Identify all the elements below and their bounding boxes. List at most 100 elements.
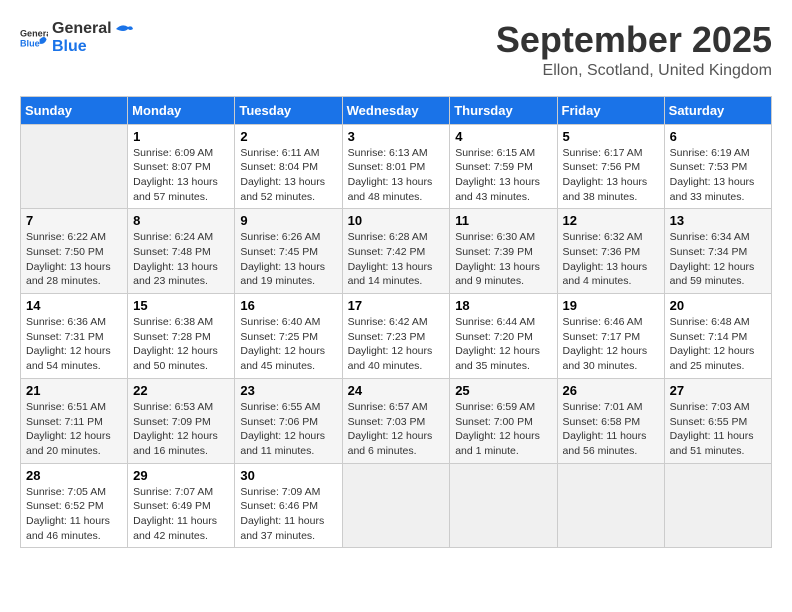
day-cell: 15 Sunrise: 6:38 AMSunset: 7:28 PMDayligh… [128, 294, 235, 379]
day-number: 6 [670, 129, 766, 144]
header-thursday: Thursday [450, 96, 557, 124]
day-info: Sunrise: 6:28 AMSunset: 7:42 PMDaylight:… [348, 230, 445, 289]
day-cell [557, 463, 664, 548]
day-number: 26 [563, 383, 659, 398]
day-cell: 20 Sunrise: 6:48 AMSunset: 7:14 PMDayligh… [664, 294, 771, 379]
day-cell: 21Sunrise: 6:51 AMSunset: 7:11 PMDayligh… [21, 378, 128, 463]
day-info: Sunrise: 7:05 AMSunset: 6:52 PMDaylight:… [26, 485, 122, 544]
day-info: Sunrise: 7:07 AMSunset: 6:49 PMDaylight:… [133, 485, 229, 544]
day-cell: 26 Sunrise: 7:01 AMSunset: 6:58 PMDayligh… [557, 378, 664, 463]
day-number: 30 [240, 468, 336, 483]
day-info: Sunrise: 6:17 AMSunset: 7:56 PMDaylight:… [563, 146, 659, 205]
day-info: Sunrise: 6:24 AMSunset: 7:48 PMDaylight:… [133, 230, 229, 289]
header-saturday: Saturday [664, 96, 771, 124]
day-number: 3 [348, 129, 445, 144]
day-cell: 14Sunrise: 6:36 AMSunset: 7:31 PMDayligh… [21, 294, 128, 379]
logo: General Blue General Blue [20, 20, 134, 56]
day-cell: 30 Sunrise: 7:09 AMSunset: 6:46 PMDayligh… [235, 463, 342, 548]
day-number: 4 [455, 129, 551, 144]
day-cell: 12 Sunrise: 6:32 AMSunset: 7:36 PMDayligh… [557, 209, 664, 294]
day-number: 20 [670, 298, 766, 313]
day-cell: 29 Sunrise: 7:07 AMSunset: 6:49 PMDayligh… [128, 463, 235, 548]
header-friday: Friday [557, 96, 664, 124]
day-info: Sunrise: 6:22 AMSunset: 7:50 PMDaylight:… [26, 230, 122, 289]
calendar-subtitle: Ellon, Scotland, United Kingdom [496, 62, 772, 80]
day-cell: 2 Sunrise: 6:11 AMSunset: 8:04 PMDaylight… [235, 124, 342, 209]
title-section: September 2025 Ellon, Scotland, United K… [496, 20, 772, 80]
day-info: Sunrise: 6:15 AMSunset: 7:59 PMDaylight:… [455, 146, 551, 205]
page-header: General Blue General Blue September 2025… [20, 20, 772, 80]
day-number: 17 [348, 298, 445, 313]
day-info: Sunrise: 6:57 AMSunset: 7:03 PMDaylight:… [348, 400, 445, 459]
day-info: Sunrise: 6:48 AMSunset: 7:14 PMDaylight:… [670, 315, 766, 374]
day-cell: 1Sunrise: 6:09 AMSunset: 8:07 PMDaylight… [128, 124, 235, 209]
day-number: 22 [133, 383, 229, 398]
day-cell: 5 Sunrise: 6:17 AMSunset: 7:56 PMDaylight… [557, 124, 664, 209]
week-row-3: 14Sunrise: 6:36 AMSunset: 7:31 PMDayligh… [21, 294, 772, 379]
day-cell: 18 Sunrise: 6:44 AMSunset: 7:20 PMDayligh… [450, 294, 557, 379]
day-info: Sunrise: 6:40 AMSunset: 7:25 PMDaylight:… [240, 315, 336, 374]
day-cell: 16Sunrise: 6:40 AMSunset: 7:25 PMDayligh… [235, 294, 342, 379]
day-cell: 3 Sunrise: 6:13 AMSunset: 8:01 PMDaylight… [342, 124, 450, 209]
day-cell: 24 Sunrise: 6:57 AMSunset: 7:03 PMDayligh… [342, 378, 450, 463]
logo-bird-icon [114, 21, 134, 37]
week-row-1: 1Sunrise: 6:09 AMSunset: 8:07 PMDaylight… [21, 124, 772, 209]
day-number: 9 [240, 213, 336, 228]
day-info: Sunrise: 7:03 AMSunset: 6:55 PMDaylight:… [670, 400, 766, 459]
header-row: SundayMondayTuesdayWednesdayThursdayFrid… [21, 96, 772, 124]
week-row-5: 28 Sunrise: 7:05 AMSunset: 6:52 PMDayligh… [21, 463, 772, 548]
day-info: Sunrise: 6:30 AMSunset: 7:39 PMDaylight:… [455, 230, 551, 289]
day-cell: 10 Sunrise: 6:28 AMSunset: 7:42 PMDayligh… [342, 209, 450, 294]
day-info: Sunrise: 6:42 AMSunset: 7:23 PMDaylight:… [348, 315, 445, 374]
day-cell: 27Sunrise: 7:03 AMSunset: 6:55 PMDayligh… [664, 378, 771, 463]
day-number: 2 [240, 129, 336, 144]
day-cell: 25 Sunrise: 6:59 AMSunset: 7:00 PMDayligh… [450, 378, 557, 463]
day-cell: 8Sunrise: 6:24 AMSunset: 7:48 PMDaylight… [128, 209, 235, 294]
day-number: 23 [240, 383, 336, 398]
day-cell: 7 Sunrise: 6:22 AMSunset: 7:50 PMDaylight… [21, 209, 128, 294]
day-info: Sunrise: 6:13 AMSunset: 8:01 PMDaylight:… [348, 146, 445, 205]
day-number: 18 [455, 298, 551, 313]
day-info: Sunrise: 6:11 AMSunset: 8:04 PMDaylight:… [240, 146, 336, 205]
day-number: 11 [455, 213, 551, 228]
week-row-4: 21Sunrise: 6:51 AMSunset: 7:11 PMDayligh… [21, 378, 772, 463]
calendar-table: SundayMondayTuesdayWednesdayThursdayFrid… [20, 96, 772, 549]
day-info: Sunrise: 7:09 AMSunset: 6:46 PMDaylight:… [240, 485, 336, 544]
day-cell: 23 Sunrise: 6:55 AMSunset: 7:06 PMDayligh… [235, 378, 342, 463]
day-info: Sunrise: 6:38 AMSunset: 7:28 PMDaylight:… [133, 315, 229, 374]
day-cell: 17 Sunrise: 6:42 AMSunset: 7:23 PMDayligh… [342, 294, 450, 379]
day-info: Sunrise: 6:32 AMSunset: 7:36 PMDaylight:… [563, 230, 659, 289]
day-number: 5 [563, 129, 659, 144]
week-row-2: 7 Sunrise: 6:22 AMSunset: 7:50 PMDaylight… [21, 209, 772, 294]
header-sunday: Sunday [21, 96, 128, 124]
day-info: Sunrise: 6:55 AMSunset: 7:06 PMDaylight:… [240, 400, 336, 459]
day-number: 24 [348, 383, 445, 398]
logo-icon: General Blue [20, 24, 48, 52]
day-number: 19 [563, 298, 659, 313]
day-cell [342, 463, 450, 548]
calendar-title: September 2025 [496, 20, 772, 60]
day-info: Sunrise: 6:36 AMSunset: 7:31 PMDaylight:… [26, 315, 122, 374]
day-number: 12 [563, 213, 659, 228]
day-cell: 11 Sunrise: 6:30 AMSunset: 7:39 PMDayligh… [450, 209, 557, 294]
day-number: 7 [26, 213, 122, 228]
header-wednesday: Wednesday [342, 96, 450, 124]
day-cell: 4 Sunrise: 6:15 AMSunset: 7:59 PMDaylight… [450, 124, 557, 209]
day-number: 10 [348, 213, 445, 228]
day-number: 29 [133, 468, 229, 483]
day-info: Sunrise: 6:19 AMSunset: 7:53 PMDaylight:… [670, 146, 766, 205]
day-number: 25 [455, 383, 551, 398]
logo-text: General Blue [52, 20, 134, 56]
day-info: Sunrise: 6:53 AMSunset: 7:09 PMDaylight:… [133, 400, 229, 459]
day-info: Sunrise: 7:01 AMSunset: 6:58 PMDaylight:… [563, 400, 659, 459]
day-number: 15 [133, 298, 229, 313]
day-info: Sunrise: 6:44 AMSunset: 7:20 PMDaylight:… [455, 315, 551, 374]
day-info: Sunrise: 6:51 AMSunset: 7:11 PMDaylight:… [26, 400, 122, 459]
day-number: 13 [670, 213, 766, 228]
day-info: Sunrise: 6:59 AMSunset: 7:00 PMDaylight:… [455, 400, 551, 459]
day-cell: 9Sunrise: 6:26 AMSunset: 7:45 PMDaylight… [235, 209, 342, 294]
day-cell: 28 Sunrise: 7:05 AMSunset: 6:52 PMDayligh… [21, 463, 128, 548]
day-cell [21, 124, 128, 209]
day-cell: 13Sunrise: 6:34 AMSunset: 7:34 PMDayligh… [664, 209, 771, 294]
day-number: 28 [26, 468, 122, 483]
